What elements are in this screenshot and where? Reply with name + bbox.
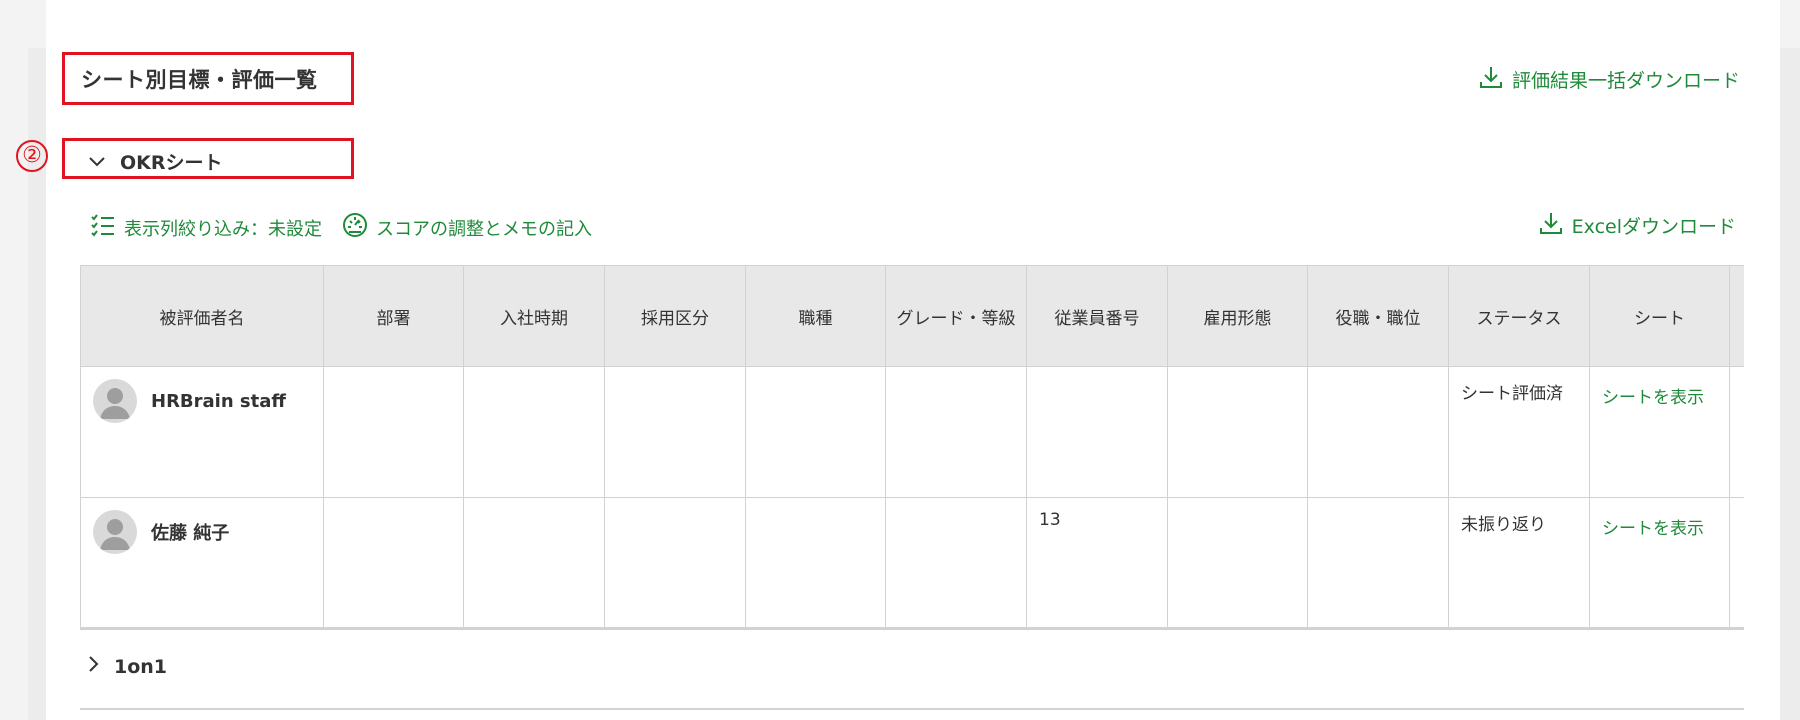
table-cell xyxy=(1729,497,1744,630)
annotation-marker: ② xyxy=(16,140,48,172)
column-header: 従業員番号 xyxy=(1026,265,1168,367)
avatar xyxy=(93,510,137,554)
page-gutter-right xyxy=(1780,48,1800,720)
collapsed-section-label: 1on1 xyxy=(114,655,168,678)
table-cell xyxy=(745,497,886,630)
table-cell xyxy=(323,366,464,498)
evaluation-table-container[interactable]: 被評価者名 部署 入社時期 採用区分 職種 グレード・等級 従業員番号 雇用形態… xyxy=(80,265,1744,630)
table-cell xyxy=(463,366,605,498)
table-cell xyxy=(323,497,464,630)
column-filter-button[interactable]: 表示列絞り込み：未設定 xyxy=(90,213,322,242)
score-adjust-button[interactable]: スコアの調整とメモの記入 xyxy=(342,212,592,243)
evaluation-table: 被評価者名 部署 入社時期 採用区分 職種 グレード・等級 従業員番号 雇用形態… xyxy=(80,265,1744,630)
section-toolbar: 表示列絞り込み：未設定 スコアの調整とメモの記入 xyxy=(90,212,592,243)
download-icon xyxy=(1478,64,1504,95)
sheet-cell: シートを表示 xyxy=(1589,366,1730,498)
table-cell xyxy=(1307,497,1449,630)
table-cell xyxy=(745,366,886,498)
status-cell: シート評価済 xyxy=(1448,366,1590,498)
status-cell: 未振り返り xyxy=(1448,497,1590,630)
table-cell xyxy=(1167,366,1308,498)
column-header: 被評価者名 xyxy=(80,265,324,367)
view-sheet-link[interactable]: シートを表示 xyxy=(1602,379,1704,408)
evaluatee-name: 佐藤 純子 xyxy=(151,523,230,544)
column-header: 役職・職位 xyxy=(1307,265,1449,367)
checklist-icon xyxy=(90,213,116,242)
column-header xyxy=(1729,265,1744,367)
table-cell xyxy=(885,497,1027,630)
column-header: 採用区分 xyxy=(604,265,746,367)
column-header: 雇用形態 xyxy=(1167,265,1308,367)
column-header: グレード・等級 xyxy=(885,265,1027,367)
page-title: シート別目標・評価一覧 xyxy=(81,68,318,92)
divider xyxy=(80,708,1744,710)
section-toggle-1on1[interactable]: 1on1 xyxy=(88,655,167,678)
table-header-row: 被評価者名 部署 入社時期 採用区分 職種 グレード・等級 従業員番号 雇用形態… xyxy=(80,265,1744,367)
table-row: HRBrain staff シート評価済 シートを表示 xyxy=(80,366,1744,498)
table-cell xyxy=(885,366,1027,498)
evaluatee-cell: 佐藤 純子 xyxy=(80,497,324,630)
employee-number-cell: 13 xyxy=(1026,497,1168,630)
evaluatee-name: HRBrain staff xyxy=(151,390,286,412)
column-header: 入社時期 xyxy=(463,265,605,367)
table-cell xyxy=(604,497,746,630)
chevron-down-icon xyxy=(88,151,106,173)
bulk-download-link[interactable]: 評価結果一括ダウンロード xyxy=(1478,64,1740,95)
view-sheet-link[interactable]: シートを表示 xyxy=(1602,510,1704,539)
excel-download-link[interactable]: Excelダウンロード xyxy=(1538,210,1736,241)
table-row: 佐藤 純子 13 未振り返り シートを表示 xyxy=(80,497,1744,630)
sheet-cell: シートを表示 xyxy=(1589,497,1730,630)
section-label: OKRシート xyxy=(120,152,223,174)
table-cell xyxy=(463,497,605,630)
chevron-right-icon xyxy=(88,655,100,678)
evaluatee-cell: HRBrain staff xyxy=(80,366,324,498)
column-header: ステータス xyxy=(1448,265,1590,367)
download-icon xyxy=(1538,210,1564,241)
excel-download-label: Excelダウンロード xyxy=(1571,216,1736,238)
gauge-icon xyxy=(342,212,368,243)
table-cell xyxy=(1307,366,1449,498)
column-header: シート xyxy=(1589,265,1730,367)
table-cell xyxy=(1167,497,1308,630)
table-cell xyxy=(604,366,746,498)
column-header: 部署 xyxy=(323,265,464,367)
bulk-download-label: 評価結果一括ダウンロード xyxy=(1511,70,1740,92)
score-adjust-label: スコアの調整とメモの記入 xyxy=(376,218,592,240)
table-cell xyxy=(1729,366,1744,498)
section-toggle-okr[interactable]: OKRシート xyxy=(88,148,223,175)
column-filter-label: 表示列絞り込み：未設定 xyxy=(124,218,322,240)
employee-number-cell xyxy=(1026,366,1168,498)
avatar xyxy=(93,379,137,423)
column-header: 職種 xyxy=(745,265,886,367)
